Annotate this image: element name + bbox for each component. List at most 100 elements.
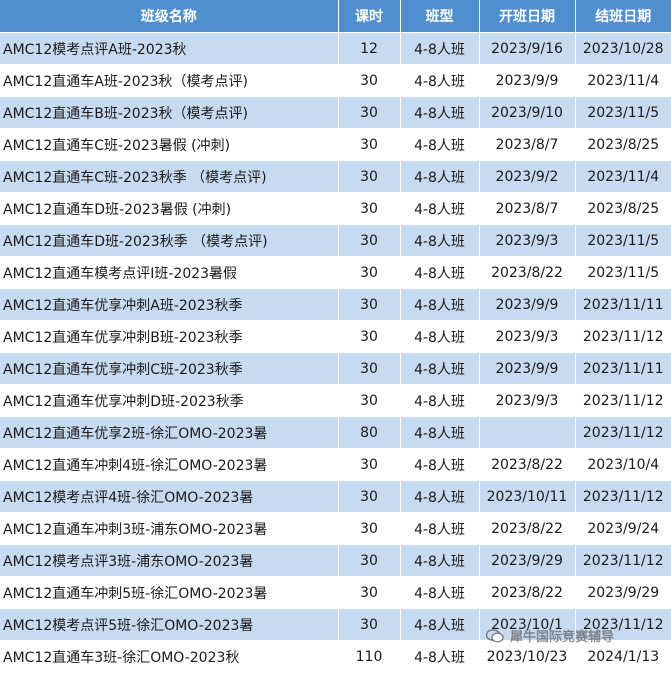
- cell-start-date: 2023/9/3: [479, 224, 576, 257]
- cell-start-date: 2023/8/22: [479, 448, 576, 481]
- cell-start-date: 2023/10/1: [479, 608, 576, 641]
- cell-start-date: 2023/9/2: [479, 160, 576, 193]
- cell-end-date: 2023/11/12: [575, 320, 671, 353]
- table-row: AMC12模考点评4班-徐汇OMO-2023暑 30 4-8人班 2023/10/11…: [0, 480, 671, 513]
- cell-start-date: 2023/9/3: [479, 320, 576, 353]
- cell-start-date: 2023/9/3: [479, 384, 576, 417]
- table-row: AMC12直通车D班-2023暑假 (冲刺) 30 4-8人班 2023/8/7 202…: [0, 192, 671, 225]
- cell-end-date: 2023/9/29: [575, 576, 671, 609]
- table-row: AMC12直通车优享冲刺D班-2023秋季 30 4-8人班 2023/9/3 2023…: [0, 384, 671, 417]
- table-row: AMC12直通车优享冲刺C班-2023秋季 30 4-8人班 2023/9/9 2023…: [0, 352, 671, 385]
- cell-start-date: 2023/9/9: [479, 352, 576, 385]
- cell-class-size: 4-8人班: [400, 64, 480, 97]
- table-row: AMC12直通车B班-2023秋（模考点评) 30 4-8人班 2023/9/10 20…: [0, 96, 671, 129]
- cell-end-date: 2023/10/4: [575, 448, 671, 481]
- cell-class-size: 4-8人班: [400, 128, 480, 161]
- table-row: AMC12直通车冲刺4班-徐汇OMO-2023暑 30 4-8人班 2023/8/22…: [0, 448, 671, 481]
- cell-class-size: 4-8人班: [400, 32, 480, 65]
- cell-end-date: 2023/10/28: [575, 32, 671, 65]
- table-row: AMC12直通车优享2班-徐汇OMO-2023暑 80 4-8人班 2023/11/1…: [0, 416, 671, 449]
- cell-start-date: 2023/10/11: [479, 480, 576, 513]
- cell-end-date: 2023/8/25: [575, 128, 671, 161]
- cell-class-name: AMC12模考点评3班-浦东OMO-2023暑: [0, 544, 339, 577]
- header-row: 班级名称 课时 班型 开班日期 结班日期: [0, 0, 671, 33]
- cell-hours: 30: [338, 576, 401, 609]
- cell-start-date: 2023/8/7: [479, 192, 576, 225]
- cell-class-size: 4-8人班: [400, 544, 480, 577]
- cell-start-date: 2023/8/22: [479, 576, 576, 609]
- cell-class-size: 4-8人班: [400, 576, 480, 609]
- cell-class-name: AMC12直通车D班-2023秋季 （模考点评): [0, 224, 339, 257]
- cell-class-name: AMC12直通车A班-2023秋（模考点评): [0, 64, 339, 97]
- cell-class-size: 4-8人班: [400, 512, 480, 545]
- table-row: AMC12直通车冲刺3班-浦东OMO-2023暑 30 4-8人班 2023/8/22…: [0, 512, 671, 545]
- cell-end-date: 2023/11/5: [575, 224, 671, 257]
- cell-class-name: AMC12直通车冲刺4班-徐汇OMO-2023暑: [0, 448, 339, 481]
- cell-hours: 30: [338, 608, 401, 641]
- header-end-date: 结班日期: [575, 0, 671, 33]
- cell-start-date: 2023/8/22: [479, 256, 576, 289]
- cell-hours: 30: [338, 384, 401, 417]
- cell-end-date: 2023/11/4: [575, 64, 671, 97]
- cell-end-date: 2023/8/25: [575, 192, 671, 225]
- cell-hours: 30: [338, 256, 401, 289]
- cell-hours: 30: [338, 320, 401, 353]
- cell-start-date: 2023/8/22: [479, 512, 576, 545]
- cell-class-size: 4-8人班: [400, 96, 480, 129]
- cell-hours: 30: [338, 352, 401, 385]
- cell-class-size: 4-8人班: [400, 480, 480, 513]
- cell-hours: 30: [338, 64, 401, 97]
- cell-class-size: 4-8人班: [400, 256, 480, 289]
- cell-hours: 30: [338, 192, 401, 225]
- cell-end-date: 2023/11/12: [575, 480, 671, 513]
- class-schedule-table: 班级名称 课时 班型 开班日期 结班日期 AMC12模考点评A班-2023秋 12…: [0, 0, 671, 673]
- cell-class-name: AMC12直通车优享冲刺A班-2023秋季: [0, 288, 339, 321]
- cell-hours: 30: [338, 96, 401, 129]
- cell-class-name: AMC12直通车冲刺5班-徐汇OMO-2023暑: [0, 576, 339, 609]
- cell-class-name: AMC12直通车优享冲刺B班-2023秋季: [0, 320, 339, 353]
- cell-class-size: 4-8人班: [400, 160, 480, 193]
- cell-end-date: 2023/11/4: [575, 160, 671, 193]
- header-hours: 课时: [338, 0, 401, 33]
- cell-class-size: 4-8人班: [400, 416, 480, 449]
- cell-class-size: 4-8人班: [400, 192, 480, 225]
- cell-class-name: AMC12直通车优享冲刺C班-2023秋季: [0, 352, 339, 385]
- cell-start-date: 2023/9/10: [479, 96, 576, 129]
- cell-hours: 30: [338, 512, 401, 545]
- cell-end-date: 2023/11/12: [575, 384, 671, 417]
- cell-class-size: 4-8人班: [400, 608, 480, 641]
- cell-class-size: 4-8人班: [400, 288, 480, 321]
- cell-start-date: 2023/9/9: [479, 288, 576, 321]
- cell-end-date: 2023/11/12: [575, 544, 671, 577]
- cell-class-name: AMC12直通车优享冲刺D班-2023秋季: [0, 384, 339, 417]
- table-row: AMC12直通车C班-2023暑假 (冲刺) 30 4-8人班 2023/8/7 202…: [0, 128, 671, 161]
- cell-class-size: 4-8人班: [400, 320, 480, 353]
- cell-class-size: 4-8人班: [400, 448, 480, 481]
- cell-class-size: 4-8人班: [400, 352, 480, 385]
- cell-class-name: AMC12直通车C班-2023秋季 （模考点评): [0, 160, 339, 193]
- cell-class-name: AMC12模考点评5班-徐汇OMO-2023暑: [0, 608, 339, 641]
- cell-class-name: AMC12直通车B班-2023秋（模考点评): [0, 96, 339, 129]
- cell-class-size: 4-8人班: [400, 384, 480, 417]
- cell-end-date: 2023/9/24: [575, 512, 671, 545]
- cell-hours: 30: [338, 128, 401, 161]
- cell-end-date: 2023/11/5: [575, 256, 671, 289]
- header-class-size: 班型: [400, 0, 480, 33]
- table-row: AMC12直通车优享冲刺B班-2023秋季 30 4-8人班 2023/9/3 2023…: [0, 320, 671, 353]
- cell-start-date: 2023/9/9: [479, 64, 576, 97]
- cell-hours: 30: [338, 160, 401, 193]
- cell-hours: 30: [338, 544, 401, 577]
- cell-hours: 30: [338, 224, 401, 257]
- cell-start-date: 2023/9/29: [479, 544, 576, 577]
- cell-start-date: 2023/8/7: [479, 128, 576, 161]
- cell-class-name: AMC12直通车D班-2023暑假 (冲刺): [0, 192, 339, 225]
- table-row: AMC12直通车A班-2023秋（模考点评) 30 4-8人班 2023/9/9 202…: [0, 64, 671, 97]
- cell-hours: 30: [338, 448, 401, 481]
- table-row: AMC12直通车C班-2023秋季 （模考点评) 30 4-8人班 2023/9/2 2…: [0, 160, 671, 193]
- cell-class-name: AMC12模考点评4班-徐汇OMO-2023暑: [0, 480, 339, 513]
- table-row: AMC12模考点评5班-徐汇OMO-2023暑 30 4-8人班 2023/10/1 2…: [0, 608, 671, 641]
- cell-hours: 12: [338, 32, 401, 65]
- cell-class-name: AMC12模考点评A班-2023秋: [0, 32, 339, 65]
- cell-class-name: AMC12直通车C班-2023暑假 (冲刺): [0, 128, 339, 161]
- cell-end-date: 2023/11/12: [575, 416, 671, 449]
